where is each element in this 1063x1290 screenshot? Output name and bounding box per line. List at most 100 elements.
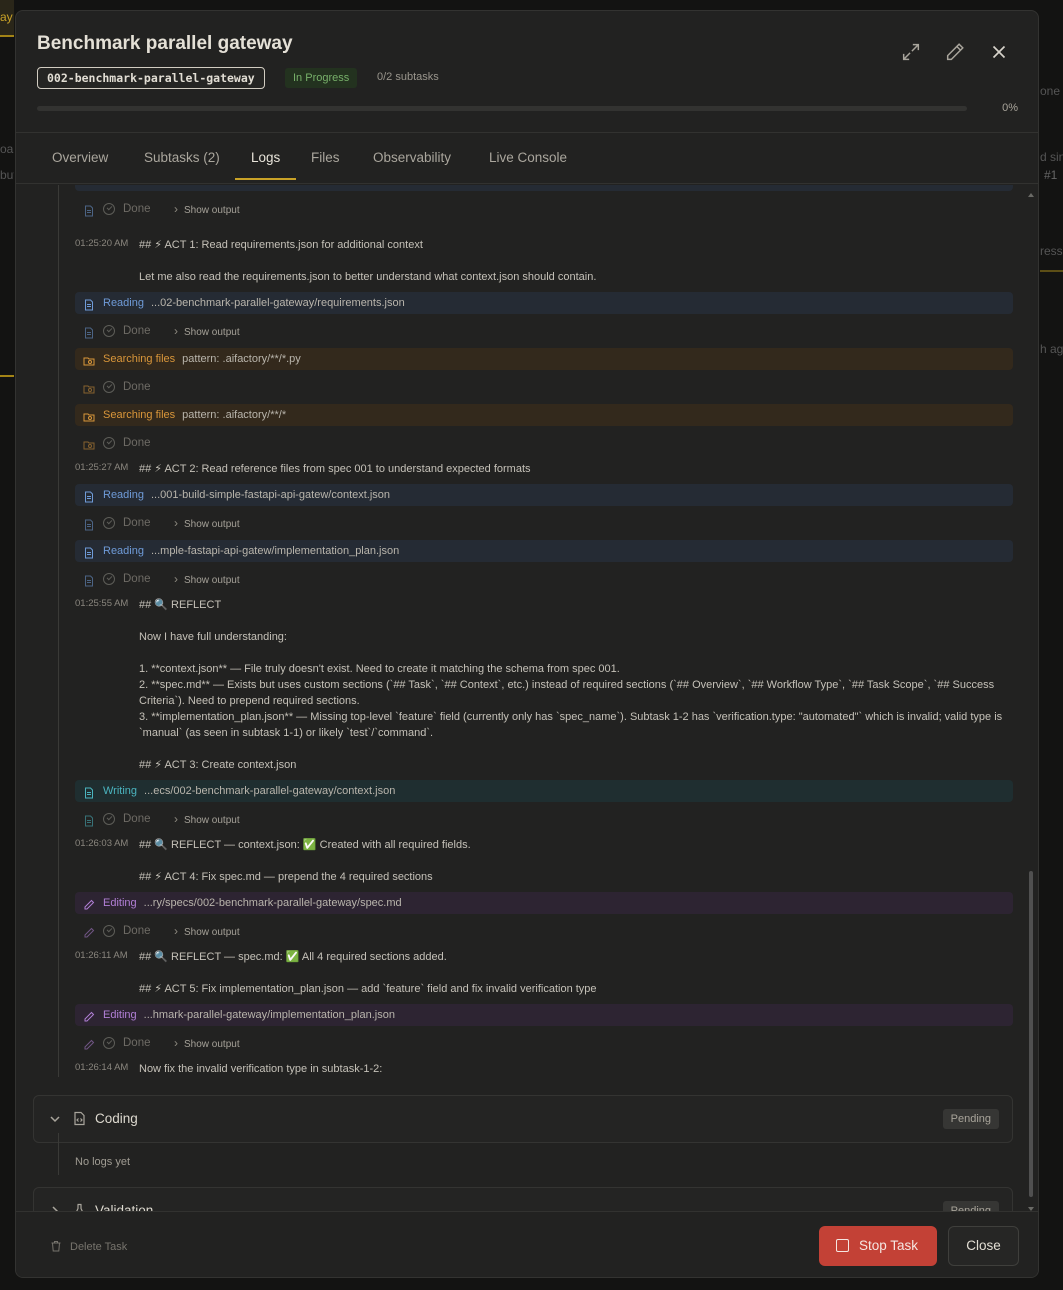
tool-path: pattern: .aifactory/**/*.py <box>182 353 301 365</box>
done-label: Done <box>123 1037 151 1049</box>
show-output-toggle[interactable]: Show output <box>174 1032 240 1056</box>
folder-search-icon <box>83 437 95 450</box>
bg-text: but <box>0 168 14 182</box>
expand-icon[interactable] <box>900 41 922 63</box>
close-icon[interactable] <box>988 41 1010 63</box>
bg-text: h ag <box>1040 342 1063 356</box>
check-circle-icon <box>103 437 115 449</box>
timeline-line <box>58 1133 59 1175</box>
show-output-toggle[interactable]: Show output <box>174 808 240 832</box>
tool-path: ...mple-fastapi-api-gatew/implementation… <box>150 545 400 557</box>
phase-status-badge: Pending <box>942 1109 999 1129</box>
tool-done-row: Done Show output <box>75 568 1013 590</box>
file-icon <box>83 203 95 217</box>
show-output-toggle[interactable]: Show output <box>174 320 240 344</box>
tool-name: Editing <box>103 897 137 909</box>
pencil-icon <box>83 1037 95 1050</box>
tool-done-row: Done Show output <box>75 320 1013 342</box>
log-message: Now fix the invalid verification type in… <box>139 1063 383 1075</box>
tab-subtasks[interactable]: Subtasks (2) <box>128 134 236 184</box>
log-message: ## 🔍 REFLECT — context.json: ✅ Created w… <box>139 839 471 851</box>
file-icon <box>83 517 95 531</box>
phase-status-badge: Pending <box>942 1201 999 1211</box>
show-output-toggle[interactable]: Show output <box>174 512 240 536</box>
tab-files[interactable]: Files <box>295 134 356 184</box>
done-label: Done <box>123 517 151 529</box>
bg-text: d sin <box>1040 150 1063 164</box>
tool-path: ...001-build-simple-fastapi-api-gatew/co… <box>150 489 391 501</box>
check-circle-icon <box>103 1037 115 1049</box>
progress-percent: 0% <box>1002 102 1018 114</box>
show-output-toggle[interactable]: Show output <box>174 198 240 222</box>
folder-search-icon <box>83 381 95 394</box>
scrollbar-thumb[interactable] <box>1029 871 1033 1197</box>
tool-done-row: Done Show output <box>75 808 1013 830</box>
chevron-down-icon <box>48 1112 62 1126</box>
chevron-right-icon <box>48 1204 62 1211</box>
stop-task-button[interactable]: Stop Task <box>819 1226 937 1266</box>
flask-icon <box>72 1203 87 1211</box>
tool-read-row: Reading ...02-benchmark-parallel-gateway/… <box>75 292 1013 314</box>
tool-done-row: Done <box>75 432 1013 454</box>
show-output-toggle[interactable]: Show output <box>174 920 240 944</box>
phase-coding[interactable]: Coding Pending <box>33 1095 1013 1143</box>
bg-accent-line <box>1040 270 1063 272</box>
stop-task-label: Stop Task <box>859 1238 919 1253</box>
log-message: ## ⚡ ACT 4: Fix spec.md — prepend the 4 … <box>139 871 433 883</box>
tool-read-row: Reading ...001-build-simple-fastapi-api-g… <box>75 484 1013 506</box>
subtask-count: 0/2 subtasks <box>377 71 439 83</box>
check-circle-icon <box>103 573 115 585</box>
pencil-icon <box>83 897 95 910</box>
tool-done-row: Done Show output <box>75 512 1013 534</box>
edit-pencil-icon[interactable] <box>944 41 966 63</box>
log-message: Let me also read the requirements.json t… <box>139 271 597 283</box>
log-message: ## ⚡ ACT 3: Create context.json <box>139 759 297 771</box>
bg-accent-line <box>0 375 14 377</box>
tab-logs[interactable]: Logs <box>235 134 297 184</box>
show-output-toggle[interactable]: Show output <box>174 568 240 592</box>
delete-task-label: Delete Task <box>70 1241 128 1253</box>
file-icon <box>83 545 95 559</box>
log-message: 2. **spec.md** — Exists but uses custom … <box>139 679 995 707</box>
task-detail-modal: Benchmark parallel gateway 002-benchmark… <box>15 10 1039 1278</box>
tool-path: ...hmark-parallel-gateway/implementation… <box>143 1009 395 1021</box>
done-label: Done <box>123 203 151 215</box>
tool-name: Reading <box>103 489 144 501</box>
tool-name: Writing <box>103 785 138 797</box>
tool-name: Reading <box>103 545 144 557</box>
log-message: 3. **implementation_plan.json** — Missin… <box>139 711 1003 739</box>
logs-panel[interactable]: Done Show output 01:25:20 AM ## ⚡ ACT 1:… <box>16 185 1038 1211</box>
bg-accent-line <box>0 35 14 37</box>
done-label: Done <box>123 573 151 585</box>
tab-bar: Overview Subtasks (2) Logs Files Observa… <box>16 134 1038 184</box>
log-message: 1. **context.json** — File truly doesn't… <box>139 663 620 675</box>
folder-search-icon <box>83 409 95 422</box>
phase-validation[interactable]: Validation Pending <box>33 1187 1013 1211</box>
delete-task-button[interactable]: Delete Task <box>50 1240 127 1253</box>
file-icon <box>83 573 95 587</box>
phase-name: Validation <box>95 1203 154 1211</box>
progress-bar <box>37 106 967 111</box>
tab-live-console[interactable]: Live Console <box>473 134 583 184</box>
done-label: Done <box>123 925 151 937</box>
status-badge: In Progress <box>285 68 358 88</box>
tool-read-row <box>75 185 1013 191</box>
log-timestamp: 01:25:27 AM <box>75 462 129 473</box>
scrollbar-up-arrow[interactable] <box>1028 193 1034 197</box>
file-icon <box>83 813 95 827</box>
tool-name: Searching files <box>103 409 176 421</box>
check-circle-icon <box>103 925 115 937</box>
tab-overview[interactable]: Overview <box>36 134 124 184</box>
tool-read-row: Reading ...mple-fastapi-api-gatew/impleme… <box>75 540 1013 562</box>
close-button[interactable]: Close <box>948 1226 1019 1266</box>
trash-icon <box>50 1240 62 1252</box>
done-label: Done <box>123 325 151 337</box>
tool-path: pattern: .aifactory/**/* <box>182 409 287 421</box>
log-timestamp: 01:26:11 AM <box>75 950 128 961</box>
check-circle-icon <box>103 813 115 825</box>
log-message: ## ⚡ ACT 1: Read requirements.json for a… <box>139 239 423 251</box>
tab-observability[interactable]: Observability <box>357 134 467 184</box>
check-circle-icon <box>103 325 115 337</box>
bg-tab: ay <box>0 0 14 36</box>
pencil-icon <box>83 925 95 938</box>
